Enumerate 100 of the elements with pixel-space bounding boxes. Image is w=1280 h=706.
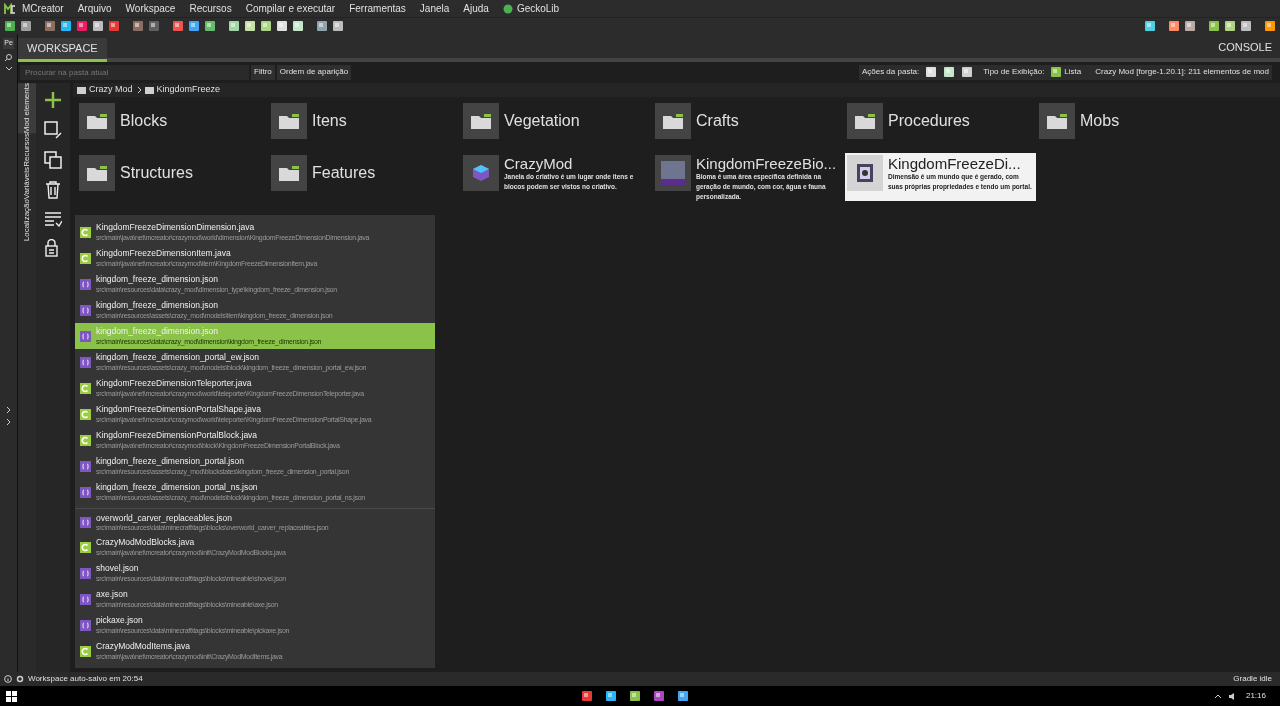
- console-tab[interactable]: CONSOLE: [1210, 36, 1280, 58]
- json-file-icon: [80, 330, 91, 342]
- side-tab[interactable]: Mod elements: [18, 83, 36, 134]
- file-name: overworld_carver_replaceables.json: [96, 513, 234, 523]
- element-name: Itens: [312, 111, 347, 131]
- menu-item[interactable]: MCreator: [22, 1, 64, 16]
- tool-icon[interactable]: [228, 20, 240, 32]
- tool-icon[interactable]: [292, 20, 304, 32]
- list-icon[interactable]: [44, 211, 62, 227]
- gecko-icon: [502, 3, 513, 14]
- json-file-icon: [80, 356, 91, 368]
- tool-icon[interactable]: [44, 20, 56, 32]
- class-file-icon: [80, 541, 91, 553]
- tool-icon[interactable]: [132, 20, 144, 32]
- file-name: CrazyModModBlocks.java: [96, 538, 196, 547]
- mod-element-tile[interactable]: Procedures: [845, 101, 1036, 149]
- json-file-icon: [80, 619, 91, 631]
- mod-element-tile[interactable]: Vegetation: [461, 101, 652, 149]
- folder-actions-label: Ações da pasta:: [861, 66, 920, 78]
- workspace-tab[interactable]: WORKSPACE: [18, 38, 107, 62]
- chevron-down-icon[interactable]: [4, 65, 13, 72]
- chevron-up-icon[interactable]: [1213, 693, 1222, 699]
- file-name: KingdomFreezeDimensionDimension.java: [96, 223, 256, 232]
- tool-icon[interactable]: [1264, 20, 1276, 32]
- tool-icon[interactable]: [276, 20, 288, 32]
- logo-icon: [4, 2, 16, 15]
- file-name: shovel.json: [96, 564, 140, 573]
- filter-button[interactable]: Filtro: [251, 64, 275, 80]
- duplicate-icon[interactable]: [44, 151, 62, 169]
- file-name: kingdom_freeze_dimension.json: [96, 327, 219, 336]
- taskbar-app-icon[interactable]: [581, 690, 594, 702]
- element-name: Features: [312, 163, 376, 183]
- element-name: Structures: [120, 163, 193, 183]
- taskbar-app-icon[interactable]: [629, 690, 642, 702]
- file-name: axe.json: [96, 590, 129, 599]
- mod-element-tile[interactable]: Structures: [77, 153, 268, 201]
- menu-item[interactable]: Recursos: [189, 1, 232, 16]
- mod-element-tile[interactable]: Crafts: [653, 101, 844, 149]
- mod-element-tile[interactable]: Itens: [269, 101, 460, 149]
- tool-icon[interactable]: [1144, 20, 1156, 32]
- edit-icon[interactable]: [44, 121, 62, 139]
- breadcrumb-item[interactable]: Crazy Mod: [89, 83, 133, 97]
- json-file-icon: [80, 278, 91, 290]
- file-name: KingdomFreezeDimensionItem.java: [96, 249, 232, 258]
- tool-icon[interactable]: [108, 20, 120, 32]
- menu-item[interactable]: Ferramentas: [349, 1, 406, 16]
- tool-icon[interactable]: [92, 20, 104, 32]
- element-name: CrazyMod: [504, 155, 574, 172]
- mod-element-tile[interactable]: Features: [269, 153, 460, 201]
- taskbar-clock[interactable]: 21:16: [1245, 690, 1266, 702]
- tool-icon[interactable]: [316, 20, 328, 32]
- tool-icon[interactable]: [172, 20, 184, 32]
- tool-icon[interactable]: [20, 20, 32, 32]
- side-tab[interactable]: Recursos: [18, 133, 36, 168]
- mod-element-tile[interactable]: Mobs: [1037, 101, 1228, 149]
- file-name: pickaxe.json: [96, 616, 144, 625]
- class-file-icon: [80, 252, 91, 264]
- status-message: Workspace auto-salvo em 20:54: [28, 673, 143, 685]
- tool-icon[interactable]: [1240, 20, 1252, 32]
- menu-item[interactable]: Ajuda: [463, 1, 489, 16]
- menu-item[interactable]: Compilar e executar: [245, 1, 336, 16]
- tool-icon[interactable]: [148, 20, 160, 32]
- tool-icon[interactable]: [188, 20, 200, 32]
- tool-icon[interactable]: [1168, 20, 1180, 32]
- menu-item[interactable]: Janela: [419, 1, 450, 16]
- element-name: KingdomFreezeDi...: [888, 155, 1022, 172]
- tool-icon[interactable]: [1208, 20, 1220, 32]
- tool-icon[interactable]: [204, 20, 216, 32]
- windows-icon[interactable]: [6, 690, 17, 702]
- taskbar-app-icon[interactable]: [677, 690, 690, 702]
- side-tab[interactable]: Localização: [18, 199, 36, 242]
- filter-button[interactable]: Ordem de aparição: [276, 64, 352, 80]
- tool-icon[interactable]: [260, 20, 272, 32]
- search-icon[interactable]: [4, 52, 13, 62]
- tool-icon[interactable]: [60, 20, 72, 32]
- taskbar-app-icon[interactable]: [605, 690, 618, 702]
- tool-icon[interactable]: [76, 20, 88, 32]
- tool-icon[interactable]: [1224, 20, 1236, 32]
- add-icon[interactable]: [44, 91, 62, 109]
- info-icon[interactable]: [4, 675, 12, 683]
- portal-icon: [857, 164, 873, 182]
- file-name: kingdom_freeze_dimension_portal.json: [96, 457, 245, 466]
- menu-item[interactable]: GeckoLib: [516, 1, 560, 16]
- menu-item[interactable]: Arquivo: [77, 1, 112, 16]
- view-type-value[interactable]: Lista: [1064, 66, 1082, 78]
- json-file-icon: [80, 593, 91, 605]
- tool-icon[interactable]: [4, 20, 16, 32]
- tool-icon[interactable]: [244, 20, 256, 32]
- tool-icon[interactable]: [1184, 20, 1196, 32]
- breadcrumb-item[interactable]: KingdomFreeze: [156, 83, 221, 97]
- taskbar-app-icon[interactable]: [653, 690, 666, 702]
- mod-element-tile[interactable]: Blocks: [77, 101, 268, 149]
- view-type-label: Tipo de Exibição:: [983, 66, 1045, 78]
- menu-item[interactable]: Workspace: [125, 1, 176, 16]
- trash-icon[interactable]: [45, 181, 61, 199]
- tool-icon[interactable]: [332, 20, 344, 32]
- search-field[interactable]: Procurar na pasta atual: [20, 64, 249, 80]
- settings-icon[interactable]: [16, 675, 24, 683]
- json-file-icon: [80, 304, 91, 316]
- element-name: Blocks: [120, 111, 168, 131]
